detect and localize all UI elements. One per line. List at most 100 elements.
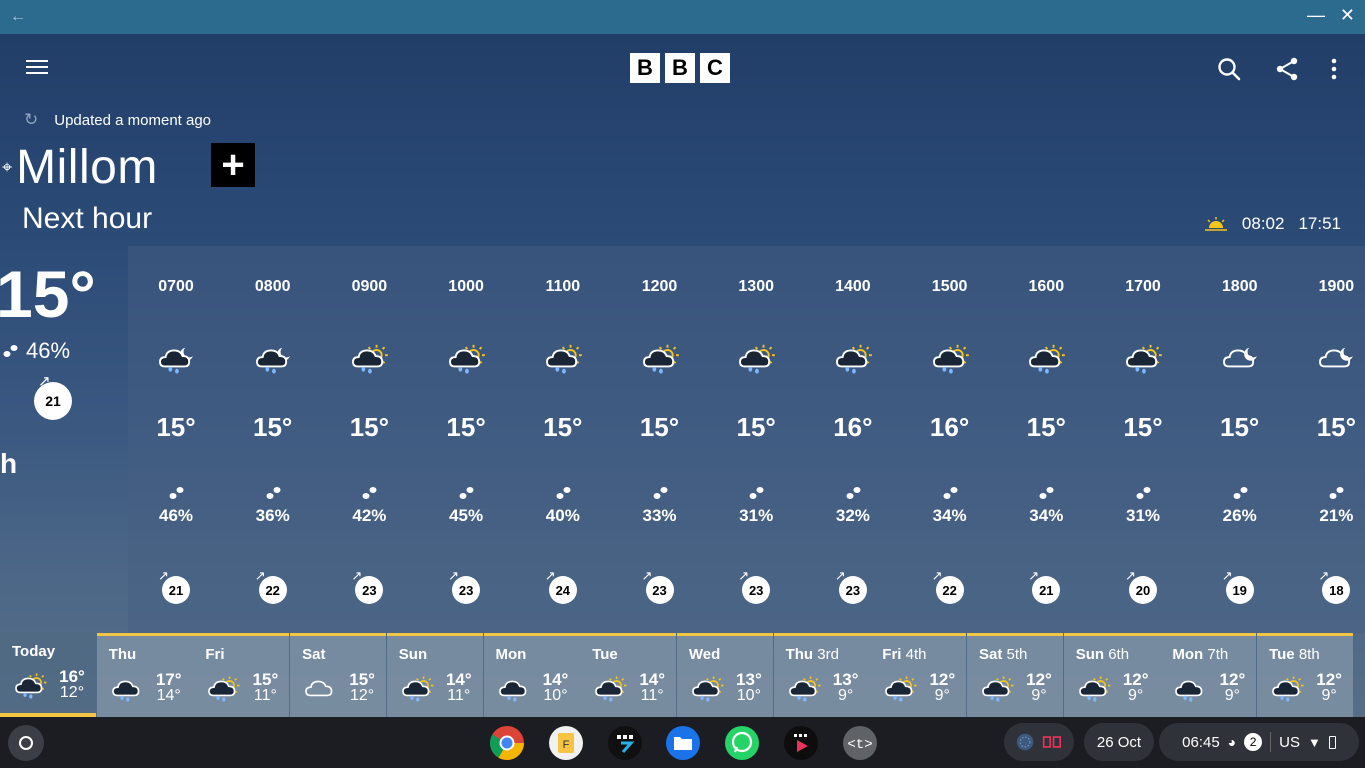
hour-temperature: 15° bbox=[736, 412, 776, 442]
day-card[interactable]: Mon 7th 12° 9° bbox=[1160, 633, 1257, 717]
terminal-icon[interactable]: <t> bbox=[842, 725, 878, 761]
launcher-button[interactable] bbox=[8, 725, 44, 761]
hour-precip-chance: 36% bbox=[255, 506, 290, 525]
day-card[interactable]: Sat 5th 12° 9° bbox=[967, 633, 1063, 717]
day-card[interactable]: Thu 3rd 13° 9° bbox=[773, 633, 870, 717]
wind-speed: 23 bbox=[645, 576, 674, 604]
clock-text: 06:45 bbox=[1182, 733, 1220, 751]
day-low-temp: 9° bbox=[1321, 687, 1337, 704]
wind-speed: 19 bbox=[1225, 576, 1254, 604]
hour-column[interactable]: 0700 15° 46% ↗ 21 bbox=[128, 246, 224, 634]
hour-time: 0900 bbox=[351, 278, 388, 295]
hour-column[interactable]: 1900 15° 21% ↗ 18 bbox=[1288, 246, 1365, 634]
raindrops-icon bbox=[265, 486, 283, 500]
day-label: Tue bbox=[1269, 646, 1295, 663]
hour-column[interactable]: 1500 16° 34% ↗ 22 bbox=[902, 246, 998, 634]
menu-icon[interactable] bbox=[26, 56, 48, 78]
hour-column[interactable]: 0800 15° 36% ↗ 22 bbox=[225, 246, 321, 634]
hour-column[interactable]: 1100 15° 40% ↗ 24 bbox=[515, 246, 611, 634]
day-card[interactable]: Sat 15° 12° bbox=[290, 633, 387, 717]
search-icon[interactable] bbox=[1216, 56, 1242, 82]
day-low-temp: 11° bbox=[640, 687, 664, 704]
day-name: Wed bbox=[689, 646, 720, 663]
day-card[interactable]: Today 16° 12° bbox=[0, 633, 96, 717]
sun-cloud-rain-icon bbox=[446, 342, 486, 374]
hour-temperature: 16° bbox=[929, 412, 970, 442]
share-icon[interactable] bbox=[1274, 56, 1300, 82]
day-low-temp: 9° bbox=[934, 687, 950, 704]
wind-badge: ↗ 19 bbox=[1222, 568, 1258, 608]
day-card[interactable]: Sun 6th 12° 9° bbox=[1063, 633, 1160, 717]
svg-text:<t>: <t> bbox=[847, 737, 872, 753]
cloud-rain-icon bbox=[109, 674, 145, 702]
hour-time: 1600 bbox=[1028, 278, 1065, 295]
date-pill[interactable]: 26 Oct bbox=[1084, 723, 1154, 761]
day-card[interactable]: Tue 8th 12° 9° bbox=[1257, 633, 1354, 717]
hour-column[interactable]: 1000 15° 45% ↗ 23 bbox=[418, 246, 514, 634]
day-card[interactable]: Sun 14° 11° bbox=[386, 633, 483, 717]
day-card[interactable]: Mon 14° 10° bbox=[483, 633, 580, 717]
sun-cloud-rain-icon bbox=[543, 342, 583, 374]
day-low-temp: 12° bbox=[349, 687, 375, 704]
system-tray[interactable]: 06:45 ◕ 2 US ▼ bbox=[1159, 723, 1359, 761]
refresh-icon[interactable]: ↻ bbox=[24, 110, 38, 130]
wind-speed: 23 bbox=[742, 576, 771, 604]
night-cloud-rain-icon bbox=[156, 342, 196, 374]
chrome-icon[interactable] bbox=[489, 725, 525, 761]
sun-times: 08:02 17:51 bbox=[1204, 214, 1341, 234]
updated-text: Updated a moment ago bbox=[54, 111, 212, 129]
whatsapp-icon[interactable] bbox=[724, 725, 760, 761]
day-label: Wed bbox=[688, 646, 721, 663]
day-date: 8th bbox=[1298, 646, 1320, 663]
media-player-icon[interactable] bbox=[783, 725, 819, 761]
files-f-icon[interactable]: F bbox=[548, 725, 584, 761]
hour-precip-chance: 33% bbox=[642, 506, 677, 525]
day-low-temp: 9° bbox=[1224, 687, 1241, 704]
close-icon[interactable]: ✕ bbox=[1340, 5, 1355, 26]
sun-cloud-rain-icon bbox=[833, 342, 873, 374]
files-icon[interactable] bbox=[665, 725, 701, 761]
hour-column[interactable]: 1800 15° 26% ↗ 19 bbox=[1192, 246, 1288, 634]
keyboard-layout: US bbox=[1279, 733, 1300, 751]
wind-badge: ↗ 23 bbox=[835, 568, 871, 608]
updated-status: ↻ Updated a moment ago bbox=[24, 110, 211, 130]
hour-column[interactable]: 1300 15° 31% ↗ 23 bbox=[708, 246, 804, 634]
day-card[interactable]: Fri 15° 11° bbox=[193, 633, 290, 717]
raindrops-icon bbox=[1232, 486, 1250, 500]
hour-column[interactable]: 1700 15° 31% ↗ 20 bbox=[1095, 246, 1191, 634]
cloud-icon bbox=[302, 674, 338, 702]
sun-cloud-rain-icon bbox=[1123, 342, 1163, 374]
location-row: ⌖ Millom bbox=[0, 140, 158, 195]
hour-column[interactable]: 0900 15° 42% ↗ 23 bbox=[321, 246, 417, 634]
hour-column[interactable]: 1200 15° 33% ↗ 23 bbox=[612, 246, 708, 634]
add-location-button[interactable]: + bbox=[211, 143, 255, 187]
more-vert-icon[interactable] bbox=[1324, 56, 1344, 82]
arrow-left-icon[interactable]: ← bbox=[10, 8, 26, 26]
day-low-temp: 9° bbox=[1031, 687, 1047, 704]
hour-temperature: 15° bbox=[1220, 412, 1260, 442]
app-bar: B B C bbox=[0, 34, 1365, 100]
day-name: Mon bbox=[496, 646, 527, 663]
hour-column[interactable]: 1600 15° 34% ↗ 21 bbox=[998, 246, 1094, 634]
hour-time: 1900 bbox=[1318, 278, 1355, 295]
sun-cloud-rain-icon bbox=[399, 674, 435, 702]
hour-precip-chance: 26% bbox=[1222, 506, 1257, 525]
day-card[interactable]: Wed 13° 10° bbox=[676, 633, 773, 717]
day-card[interactable]: Tue 14° 11° bbox=[580, 633, 677, 717]
wind-speed: 21 bbox=[1032, 576, 1061, 604]
hour-column[interactable]: 1400 16° 32% ↗ 23 bbox=[805, 246, 901, 634]
sun-cloud-rain-icon bbox=[12, 671, 48, 699]
current-precip-value: 46% bbox=[26, 338, 71, 363]
minimize-icon[interactable]: — bbox=[1307, 5, 1325, 26]
day-card[interactable]: Thu 17° 14° bbox=[96, 633, 193, 717]
tray-tools[interactable] bbox=[1004, 723, 1074, 761]
grid-app-icon[interactable] bbox=[607, 725, 643, 761]
raindrops-icon bbox=[845, 486, 863, 500]
section-title: Next hour bbox=[22, 202, 153, 235]
day-card[interactable]: Fri 4th 12° 9° bbox=[870, 633, 967, 717]
hour-time: 1500 bbox=[931, 278, 968, 295]
bbc-logo: B B C bbox=[630, 53, 730, 83]
sun-cloud-rain-icon bbox=[979, 674, 1015, 702]
current-precip: 46% bbox=[2, 338, 70, 364]
hour-temperature: 15° bbox=[156, 412, 196, 442]
